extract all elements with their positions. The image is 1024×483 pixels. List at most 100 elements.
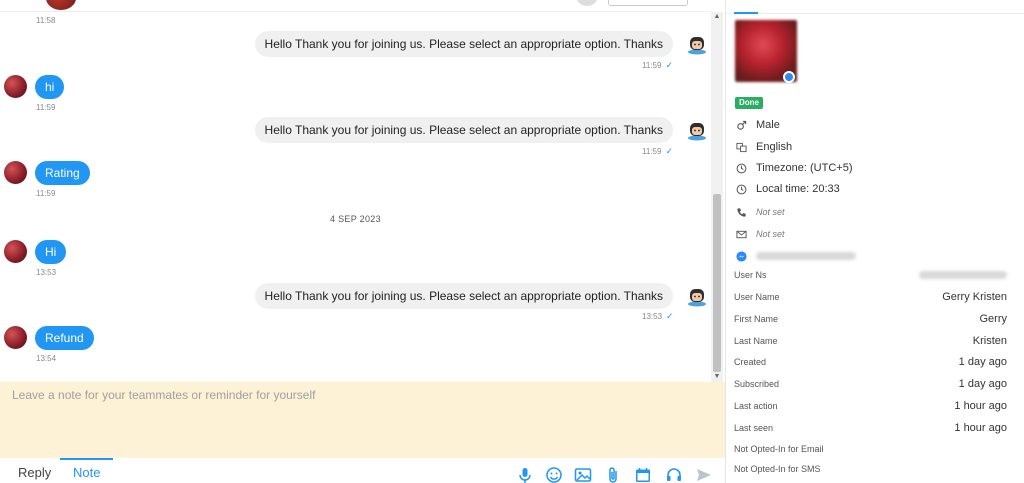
messenger-icon bbox=[735, 250, 747, 262]
bot-message-bubble: Hello Thank you for joining us. Please s… bbox=[254, 117, 673, 143]
attribute-key: Last Name bbox=[734, 336, 778, 346]
phone-row[interactable]: Not set bbox=[735, 205, 785, 219]
bot-avatar-icon bbox=[688, 123, 706, 141]
contact-details-panel: Done Male English Timezone: (UTC+5) Loca… bbox=[725, 0, 1024, 483]
attribute-value: Gerry Kristen bbox=[942, 291, 1007, 303]
local-time-row: Local time: 20:33 bbox=[735, 182, 840, 196]
bot-message-bubble: Hello Thank you for joining us. Please s… bbox=[254, 283, 673, 309]
attribute-row: Last Name Kristen bbox=[734, 334, 1007, 348]
chat-header bbox=[0, 0, 711, 12]
attribute-row: Created 1 day ago bbox=[734, 355, 1007, 369]
timezone-row: Timezone: (UTC+5) bbox=[735, 161, 852, 175]
headset-icon[interactable] bbox=[665, 466, 683, 483]
attribute-row: Not Opted-In for Email bbox=[734, 442, 1007, 456]
attribute-row: User Ns bbox=[734, 268, 1007, 282]
contact-avatar[interactable] bbox=[46, 0, 76, 10]
attribute-row: Not Opted-In for SMS bbox=[734, 462, 1007, 476]
user-message-bubble: Hi bbox=[35, 240, 67, 264]
attribute-key: User Ns bbox=[734, 270, 767, 280]
tab-note[interactable]: Note bbox=[60, 458, 114, 483]
attribute-value: Gerry bbox=[979, 313, 1008, 325]
scroll-up-icon[interactable]: ▲ bbox=[711, 12, 723, 22]
message-time: 13:53 bbox=[642, 312, 663, 321]
image-icon[interactable] bbox=[574, 466, 592, 483]
delivered-check-icon: ✓ bbox=[665, 60, 673, 70]
send-icon[interactable] bbox=[695, 466, 713, 483]
user-avatar bbox=[4, 240, 27, 263]
panel-divider bbox=[726, 13, 1024, 14]
attribute-row: Last seen 1 hour ago bbox=[734, 421, 1007, 435]
microphone-icon[interactable] bbox=[516, 466, 534, 483]
attribute-value: 1 day ago bbox=[958, 356, 1007, 368]
calendar-icon[interactable] bbox=[634, 466, 652, 483]
timezone-value: Timezone: (UTC+5) bbox=[756, 162, 853, 174]
attribute-key: Subscribed bbox=[734, 379, 780, 389]
message-time: 13:54 bbox=[36, 354, 57, 363]
chat-pane: 11:58 Hello Thank you for joining us. Pl… bbox=[0, 0, 711, 382]
scroll-down-icon[interactable]: ▼ bbox=[711, 372, 723, 382]
status-badge[interactable]: Done bbox=[735, 97, 763, 109]
date-separator: 4 SEP 2023 bbox=[330, 214, 381, 224]
attribute-value: 1 hour ago bbox=[954, 422, 1007, 434]
emoji-icon[interactable] bbox=[545, 466, 563, 483]
email-row[interactable]: Not set bbox=[735, 227, 785, 241]
attribute-value: 1 day ago bbox=[958, 378, 1007, 390]
messenger-id-redacted bbox=[756, 252, 856, 260]
attribute-key: Created bbox=[734, 357, 767, 367]
language-row: English bbox=[735, 140, 792, 154]
user-message-bubble: Rating bbox=[35, 161, 90, 185]
user-message-bubble: Refund bbox=[35, 326, 94, 350]
attribute-key: First Name bbox=[734, 314, 779, 324]
local-time-value: Local time: 20:33 bbox=[756, 183, 840, 195]
messenger-row bbox=[735, 249, 856, 263]
scroll-thumb[interactable] bbox=[713, 194, 721, 372]
email-value: Not set bbox=[756, 229, 785, 239]
message-meta: 11:59 ✓ bbox=[642, 60, 673, 71]
envelope-icon bbox=[735, 228, 747, 240]
attribute-value-redacted bbox=[919, 271, 1007, 279]
note-area bbox=[0, 382, 725, 458]
user-avatar bbox=[4, 161, 27, 184]
clock-icon bbox=[735, 162, 747, 174]
tab-reply[interactable]: Reply bbox=[18, 458, 51, 483]
male-icon bbox=[735, 119, 747, 131]
attribute-key: Not Opted-In for SMS bbox=[734, 464, 821, 474]
attribute-row: Last action 1 hour ago bbox=[734, 399, 1007, 413]
message-time: 11:59 bbox=[36, 103, 56, 112]
bot-message-bubble: Hello Thank you for joining us. Please s… bbox=[254, 31, 673, 57]
message-time: 13:53 bbox=[36, 268, 57, 277]
bot-avatar-icon bbox=[688, 289, 706, 307]
attribute-value: Kristen bbox=[972, 335, 1007, 347]
attribute-key: Last action bbox=[734, 401, 778, 411]
composer-toolbar: Reply Note bbox=[0, 458, 725, 483]
header-round-button[interactable] bbox=[577, 0, 597, 6]
attachment-icon[interactable] bbox=[604, 466, 622, 483]
attribute-value: 1 hour ago bbox=[954, 400, 1007, 412]
message-time: 11:59 bbox=[642, 147, 662, 156]
attribute-row: First Name Gerry bbox=[734, 312, 1007, 326]
user-avatar bbox=[4, 75, 27, 98]
bot-avatar-icon bbox=[688, 37, 706, 55]
clock-icon bbox=[735, 183, 747, 195]
user-message-bubble: hi bbox=[35, 75, 65, 99]
attribute-row: User Name Gerry Kristen bbox=[734, 290, 1007, 304]
language-value: English bbox=[756, 141, 793, 153]
gender-row: Male bbox=[735, 118, 780, 132]
translate-icon bbox=[735, 141, 747, 153]
panel-active-tab-indicator[interactable] bbox=[734, 12, 758, 14]
attribute-key: Not Opted-In for Email bbox=[734, 444, 824, 454]
phone-value: Not set bbox=[756, 207, 785, 217]
header-action-button[interactable] bbox=[608, 0, 688, 6]
gender-value: Male bbox=[756, 119, 780, 131]
chat-scrollbar[interactable]: ▲ ▼ bbox=[711, 12, 723, 382]
message-time: 11:59 bbox=[642, 61, 662, 70]
attribute-key: Last seen bbox=[734, 423, 774, 433]
user-avatar bbox=[4, 326, 27, 349]
attribute-row: Subscribed 1 day ago bbox=[734, 377, 1007, 391]
delivered-check-icon: ✓ bbox=[665, 146, 673, 156]
phone-icon bbox=[735, 206, 747, 218]
attribute-key: User Name bbox=[734, 292, 780, 302]
message-time: 11:59 bbox=[36, 189, 56, 198]
timestamp: 11:58 bbox=[36, 16, 56, 25]
note-input[interactable] bbox=[0, 382, 725, 458]
